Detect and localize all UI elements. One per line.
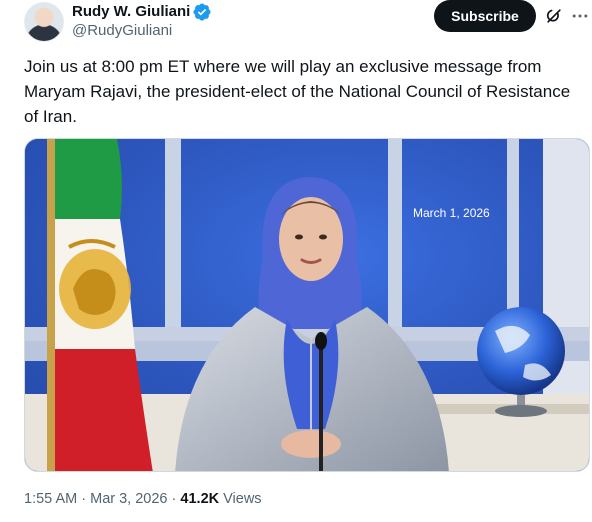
meta-separator: · [81, 491, 87, 507]
window-frame [388, 139, 402, 335]
grok-icon[interactable] [544, 6, 564, 26]
tweet-media-video[interactable]: March 1, 2026 [24, 138, 590, 472]
avatar[interactable] [24, 2, 64, 42]
author-name[interactable]: Rudy W. Giuliani [72, 3, 190, 21]
verified-badge-icon [193, 3, 211, 21]
views-count[interactable]: 41.2K [180, 491, 219, 507]
views-label: Views [223, 491, 262, 507]
window-frame [165, 139, 181, 339]
video-frame: March 1, 2026 [25, 139, 589, 471]
subscribe-button[interactable]: Subscribe [434, 0, 536, 32]
tweet-time[interactable]: 1:55 AM [24, 491, 77, 507]
tweet-card: Rudy W. Giuliani @RudyGiuliani Subscribe… [0, 0, 592, 522]
tweet-meta: 1:55 AM · Mar 3, 2026 · 41.2K Views [24, 489, 262, 509]
tweet-text: Join us at 8:00 pm ET where we will play… [24, 57, 571, 126]
video-date-overlay: March 1, 2026 [413, 206, 490, 220]
tweet-date[interactable]: Mar 3, 2026 [90, 491, 167, 507]
window-frame [507, 139, 519, 335]
more-options-icon[interactable] [570, 6, 590, 26]
author-handle[interactable]: @RudyGiuliani [72, 22, 172, 40]
meta-separator: · [171, 491, 177, 507]
